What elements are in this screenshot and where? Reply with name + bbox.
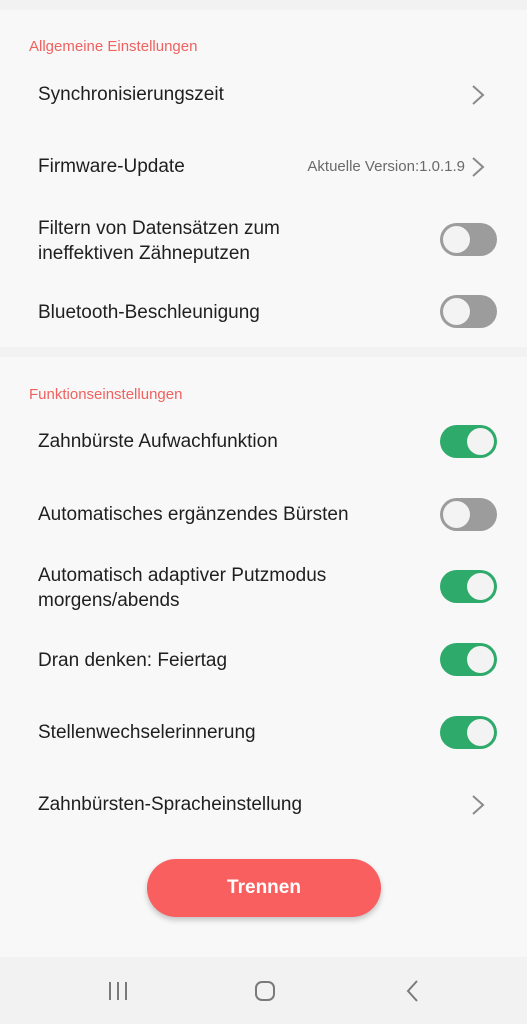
chevron-right-icon xyxy=(470,84,486,106)
chevron-right-icon xyxy=(470,794,486,816)
wakeup-toggle[interactable] xyxy=(440,425,497,458)
auto-brush-row: Automatisches ergänzendes Bürsten xyxy=(0,495,527,535)
holiday-toggle[interactable] xyxy=(440,643,497,676)
home-icon xyxy=(255,981,275,1001)
firmware-update-label: Firmware-Update xyxy=(38,156,185,177)
general-settings-section: Allgemeine Einstellungen Synchronisierun… xyxy=(0,10,527,347)
language-setting-row[interactable]: Zahnbürsten-Spracheinstellung xyxy=(0,785,527,825)
recent-apps-button[interactable] xyxy=(98,974,138,1008)
toggle-knob xyxy=(443,226,470,253)
bluetooth-acceleration-toggle[interactable] xyxy=(440,295,497,328)
holiday-row: Dran denken: Feiertag xyxy=(0,641,527,681)
chevron-right-icon xyxy=(470,156,486,178)
adaptive-mode-label: Automatisch adaptiver Putzmodus morgens/… xyxy=(38,565,327,611)
section-title-general: Allgemeine Einstellungen xyxy=(29,38,198,55)
position-reminder-row: Stellenwechselerinnerung xyxy=(0,713,527,753)
disconnect-button[interactable]: Trennen xyxy=(147,859,381,917)
position-reminder-toggle[interactable] xyxy=(440,716,497,749)
toggle-knob xyxy=(443,298,470,325)
toggle-knob xyxy=(467,719,494,746)
holiday-label: Dran denken: Feiertag xyxy=(38,650,228,671)
filter-records-toggle[interactable] xyxy=(440,223,497,256)
back-button[interactable] xyxy=(393,974,433,1008)
wakeup-row: Zahnbürste Aufwachfunktion xyxy=(0,421,527,461)
bluetooth-acceleration-label: Bluetooth-Beschleunigung xyxy=(38,302,260,323)
adaptive-mode-row: Automatisch adaptiver Putzmodus morgens/… xyxy=(0,561,527,617)
firmware-update-row[interactable]: Firmware-Update Aktuelle Version:1.0.1.9 xyxy=(0,142,527,192)
adaptive-mode-toggle[interactable] xyxy=(440,570,497,603)
filter-records-row: Filtern von Datensätzen zum ineffektiven… xyxy=(0,214,527,270)
firmware-version-value: Aktuelle Version:1.0.1.9 xyxy=(307,158,465,175)
system-navigation-bar xyxy=(0,957,527,1024)
sync-time-label: Synchronisierungszeit xyxy=(38,84,224,105)
status-area xyxy=(0,0,527,10)
recent-apps-icon xyxy=(109,982,127,1000)
auto-brush-toggle[interactable] xyxy=(440,498,497,531)
auto-brush-label: Automatisches ergänzendes Bürsten xyxy=(38,504,349,525)
toggle-knob xyxy=(467,428,494,455)
section-title-functions: Funktionseinstellungen xyxy=(29,386,183,403)
wakeup-label: Zahnbürste Aufwachfunktion xyxy=(38,431,278,452)
toggle-knob xyxy=(467,573,494,600)
language-setting-label: Zahnbürsten-Spracheinstellung xyxy=(38,794,303,815)
back-icon xyxy=(406,980,418,1002)
toggle-knob xyxy=(467,646,494,673)
sync-time-row[interactable]: Synchronisierungszeit xyxy=(0,70,527,120)
bluetooth-acceleration-row: Bluetooth-Beschleunigung xyxy=(0,294,527,334)
filter-records-label: Filtern von Datensätzen zum ineffektiven… xyxy=(38,218,280,264)
toggle-knob xyxy=(443,501,470,528)
home-button[interactable] xyxy=(245,974,285,1008)
position-reminder-label: Stellenwechselerinnerung xyxy=(38,722,256,743)
